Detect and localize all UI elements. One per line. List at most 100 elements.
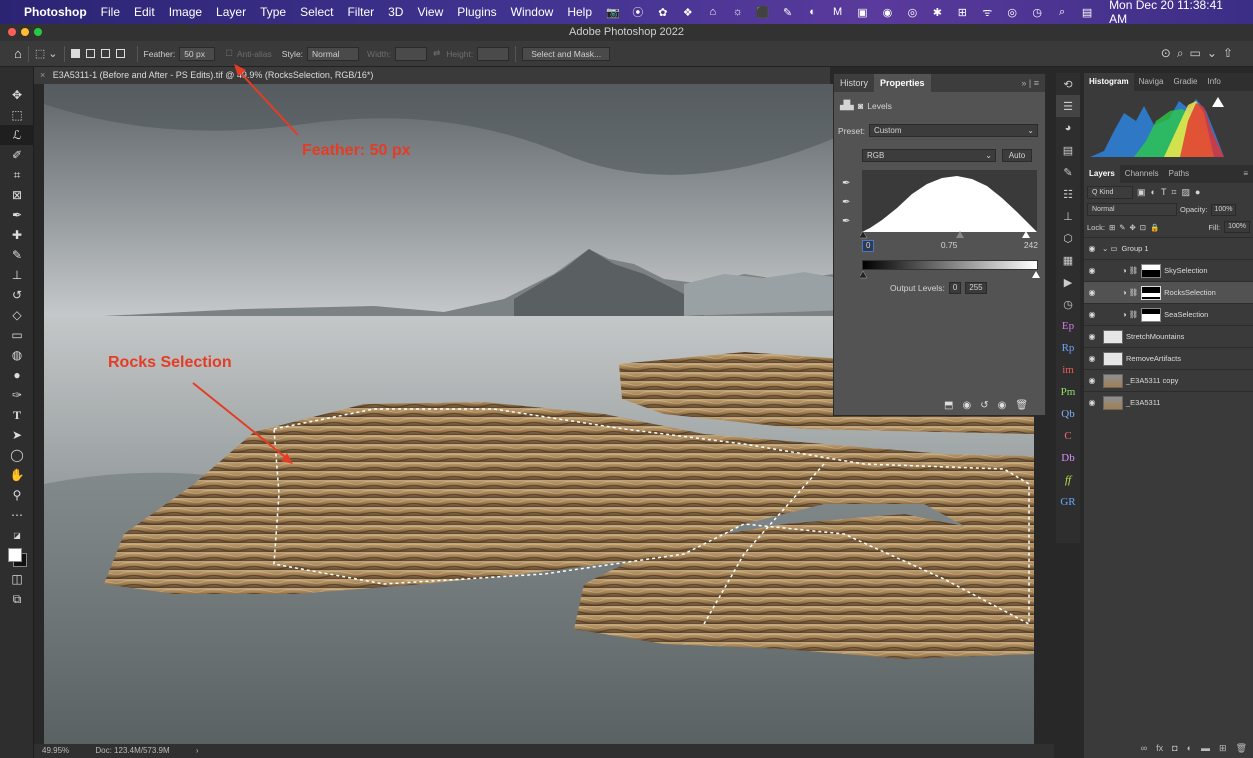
libraries-panel-icon[interactable]: ▤ <box>1056 139 1080 161</box>
brush-settings-icon[interactable]: ☷ <box>1056 183 1080 205</box>
layer-mask-thumbnail[interactable] <box>1141 263 1162 278</box>
eye-icon[interactable]: ◉ <box>1084 310 1100 319</box>
plugin-im-icon[interactable]: im <box>1056 359 1080 381</box>
tab-histogram[interactable]: Histogram <box>1084 73 1134 91</box>
clone-source-icon[interactable]: ⊥ <box>1056 205 1080 227</box>
layer-mask-thumbnail[interactable] <box>1141 307 1162 322</box>
gray-eyedropper-icon[interactable]: ✒ <box>842 193 850 212</box>
reset-icon[interactable]: ↺ <box>980 400 988 411</box>
plugin-pm-icon[interactable]: Pm <box>1056 381 1080 403</box>
tab-gradients[interactable]: Gradie <box>1168 73 1202 91</box>
new-layer-icon[interactable]: ⊞ <box>1219 743 1227 754</box>
tab-layers[interactable]: Layers <box>1084 165 1120 183</box>
plugin-db-icon[interactable]: Db <box>1056 447 1080 469</box>
trash-icon[interactable]: 🗑 <box>1015 400 1028 411</box>
layer-row[interactable]: ◉ _E3A5311 <box>1084 391 1253 413</box>
color-panel-icon[interactable]: ◕ <box>1056 117 1080 139</box>
eye-icon[interactable]: ◉ <box>1084 354 1100 363</box>
opacity-label: Opacity: <box>1180 205 1208 214</box>
tab-info[interactable]: Info <box>1202 73 1225 91</box>
visibility-icon[interactable]: ◉ <box>998 400 1007 411</box>
layer-row[interactable]: ◉ StretchMountains <box>1084 325 1253 347</box>
plugin-qb-icon[interactable]: Qb <box>1056 403 1080 425</box>
trash-icon[interactable]: 🗑 <box>1236 743 1247 754</box>
plugin-ff-icon[interactable]: ff <box>1056 469 1080 491</box>
adjustment-icon: ◑ ⛓ <box>1122 288 1139 297</box>
eye-icon[interactable]: ◉ <box>1084 244 1100 253</box>
view-previous-icon[interactable]: ◉ <box>962 400 971 411</box>
tab-history[interactable]: History <box>834 74 874 92</box>
input-white-field[interactable]: 242 <box>1024 240 1038 252</box>
clip-to-layer-icon[interactable]: ⬒ <box>944 400 953 411</box>
layer-name: SkySelection <box>1164 266 1208 275</box>
clock-icon[interactable]: ◷ <box>1056 293 1080 315</box>
white-eyedropper-icon[interactable]: ✒ <box>842 212 850 231</box>
3d-panel-icon[interactable]: ⬡ <box>1056 227 1080 249</box>
layer-row[interactable]: ◉ ⌄ ▭ Group 1 <box>1084 237 1253 259</box>
eyedroppers: ✒ ✒ ✒ <box>842 174 850 231</box>
chevron-down-icon: ⌄ <box>985 151 992 160</box>
input-black-field[interactable]: 0 <box>862 240 875 252</box>
panel-menu-icon[interactable]: » | ≡ <box>1015 74 1045 92</box>
layer-thumbnail[interactable] <box>1103 373 1123 388</box>
layer-thumbnail[interactable] <box>1103 351 1123 366</box>
adjustments-panel-icon[interactable]: ☰ <box>1056 95 1080 117</box>
kind-filter-select[interactable]: Q Kind <box>1087 186 1133 199</box>
folder-icon[interactable]: ⌄ ▭ <box>1102 244 1117 253</box>
output-sliders[interactable] <box>860 270 1040 279</box>
plugin-rp-icon[interactable]: Rp <box>1056 337 1080 359</box>
fill-field[interactable]: 100% <box>1224 221 1250 233</box>
preset-select[interactable]: Custom ⌄ <box>868 124 1038 137</box>
input-sliders[interactable] <box>860 230 1038 240</box>
document-size[interactable]: Doc: 123.4M/573.9M <box>95 746 169 755</box>
link-layers-icon[interactable]: ∞ <box>1141 743 1147 754</box>
eye-icon[interactable]: ◉ <box>1084 266 1100 275</box>
history-panel-icon[interactable]: ⟲ <box>1056 73 1080 95</box>
fx-icon[interactable]: fx <box>1156 743 1163 754</box>
layer-row[interactable]: ◉ _E3A5311 copy <box>1084 369 1253 391</box>
eye-icon[interactable]: ◉ <box>1084 376 1100 385</box>
panel-menu-icon[interactable]: ≡ <box>1238 165 1253 183</box>
eye-icon[interactable]: ◉ <box>1084 288 1100 297</box>
opacity-field[interactable]: 100% <box>1210 203 1237 216</box>
brushes-panel-icon[interactable]: ✎ <box>1056 161 1080 183</box>
actions-play-icon[interactable]: ▶ <box>1056 271 1080 293</box>
status-menu-icon[interactable]: › <box>196 746 199 755</box>
layer-row[interactable]: ◉ RemoveArtifacts <box>1084 347 1253 369</box>
timeline-icon[interactable]: ▦ <box>1056 249 1080 271</box>
layer-row[interactable]: ◉ ◑ ⛓ SeaSelection <box>1084 303 1253 325</box>
tab-channels[interactable]: Channels <box>1120 165 1164 183</box>
layer-row[interactable]: ◉ ◑ ⛓ SkySelection <box>1084 259 1253 281</box>
adjustment-icon: ◑ ⛓ <box>1122 310 1139 319</box>
tab-navigator[interactable]: Naviga <box>1134 73 1169 91</box>
output-black-field[interactable]: 0 <box>948 282 962 294</box>
channel-select[interactable]: RGB ⌄ <box>862 149 996 162</box>
plugin-gr-icon[interactable]: GR <box>1056 491 1080 513</box>
eye-icon[interactable]: ◉ <box>1084 332 1100 341</box>
input-mid-field[interactable]: 0.75 <box>941 240 958 252</box>
auto-button[interactable]: Auto <box>1002 149 1032 162</box>
mask-icon[interactable]: ◙ <box>858 101 863 111</box>
plugin-ep-icon[interactable]: Ep <box>1056 315 1080 337</box>
plugin-c-icon[interactable]: C <box>1056 425 1080 447</box>
layer-name: _E3A5311 <box>1126 398 1161 407</box>
adjustment-icon: ◑ ⛓ <box>1122 266 1139 275</box>
tab-properties[interactable]: Properties <box>874 74 931 92</box>
zoom-level[interactable]: 49.95% <box>42 746 69 755</box>
layer-thumbnail[interactable] <box>1103 395 1123 410</box>
levels-histogram <box>862 170 1037 232</box>
layer-thumbnail[interactable] <box>1103 329 1123 344</box>
black-eyedropper-icon[interactable]: ✒ <box>842 174 850 193</box>
filter-icons[interactable]: ▣◐T⌗▨● <box>1137 187 1205 198</box>
lock-icons[interactable]: ⊞✎✥⊡🔒 <box>1109 223 1163 232</box>
new-adjustment-icon[interactable]: ◐ <box>1187 743 1192 754</box>
tab-paths[interactable]: Paths <box>1164 165 1194 183</box>
new-group-icon[interactable]: ▬ <box>1201 743 1210 754</box>
layer-mask-thumbnail[interactable] <box>1141 285 1162 300</box>
output-white-field[interactable]: 255 <box>965 282 987 294</box>
layer-row[interactable]: ◉ ◑ ⛓ RocksSelection <box>1084 281 1253 303</box>
eye-icon[interactable]: ◉ <box>1084 398 1100 407</box>
add-mask-icon[interactable]: ◘ <box>1172 743 1177 754</box>
blend-mode-select[interactable]: Normal <box>1087 203 1177 216</box>
properties-panel: History Properties » | ≡ ▟▙ ◙ Levels Pre… <box>833 73 1046 416</box>
